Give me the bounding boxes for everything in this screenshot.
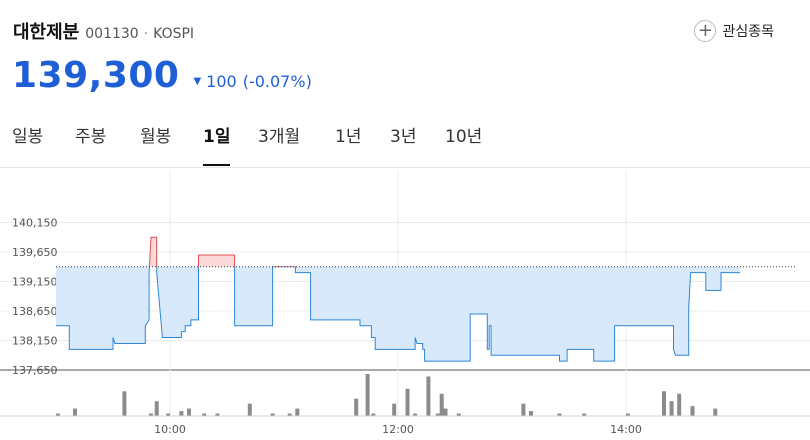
plus-icon: + bbox=[694, 20, 717, 42]
current-price: 139,300 bbox=[12, 55, 180, 96]
x-tick-label: 10:00 bbox=[154, 423, 186, 436]
tab-1-day[interactable]: 1일 bbox=[203, 122, 231, 166]
change-percent: (-0.07%) bbox=[242, 72, 312, 91]
volume-bar bbox=[529, 411, 533, 416]
tab-10-years[interactable]: 10년 bbox=[445, 122, 482, 166]
tab-daily[interactable]: 일봉 bbox=[12, 122, 43, 166]
volume-bar bbox=[354, 398, 359, 416]
tab-weekly[interactable]: 주봉 bbox=[75, 122, 106, 166]
stock-code: 001130 bbox=[85, 26, 139, 42]
watchlist-label: 관심종목 bbox=[722, 24, 774, 40]
y-tick-label: 138,150 bbox=[12, 335, 58, 348]
volume-bar bbox=[521, 403, 526, 416]
volume-bar bbox=[690, 406, 695, 416]
x-tick-label: 12:00 bbox=[382, 423, 414, 436]
y-tick-label: 139,150 bbox=[12, 276, 58, 289]
stock-name: 대한제분 bbox=[13, 22, 80, 43]
volume-bar bbox=[677, 393, 682, 416]
volume-bar bbox=[295, 408, 300, 416]
y-tick-label: 138,650 bbox=[12, 305, 58, 318]
tab-3-years[interactable]: 3년 bbox=[390, 122, 416, 166]
volume-bar bbox=[73, 408, 77, 416]
change-amount: 100 bbox=[206, 72, 237, 91]
intraday-chart[interactable]: 140,150 139,650 139,150 138,650 138,150 137,6… bbox=[0, 170, 810, 440]
period-tabs: 일봉 주봉 월봉 1일 3개월 1년 3년 10년 bbox=[0, 118, 810, 168]
volume-bar bbox=[179, 411, 184, 416]
tab-3-months[interactable]: 3개월 bbox=[258, 122, 300, 166]
tab-monthly[interactable]: 월봉 bbox=[140, 122, 171, 166]
add-watchlist-button[interactable]: + 관심종목 bbox=[694, 20, 774, 42]
volume-bar bbox=[405, 388, 410, 416]
volume-bar bbox=[392, 403, 397, 416]
volume-bar bbox=[122, 391, 127, 416]
volume-bar bbox=[443, 408, 448, 416]
volume-bar bbox=[439, 393, 444, 416]
y-tick-label: 137,650 bbox=[12, 364, 58, 377]
volume-bar bbox=[187, 408, 191, 416]
volume-bar bbox=[669, 401, 674, 416]
volume-bar bbox=[154, 401, 159, 416]
y-tick-label: 140,150 bbox=[12, 217, 58, 230]
tab-1-year[interactable]: 1년 bbox=[335, 122, 361, 166]
y-tick-label: 139,650 bbox=[12, 246, 58, 259]
price-row: 139,300 ▼ 100 (-0.07%) bbox=[12, 55, 312, 96]
volume-bar bbox=[426, 376, 431, 416]
volume-bar bbox=[365, 374, 370, 416]
separator-dot: · bbox=[143, 26, 149, 42]
volume-bar bbox=[713, 408, 718, 416]
market-name: KOSPI bbox=[153, 26, 195, 42]
x-tick-label: 14:00 bbox=[610, 423, 642, 436]
volume-bar bbox=[662, 391, 666, 416]
stock-header: 대한제분 001130 · KOSPI bbox=[13, 18, 194, 48]
price-change: ▼ 100 (-0.07%) bbox=[193, 72, 311, 91]
volume-bar bbox=[247, 403, 252, 416]
triangle-down-icon: ▼ bbox=[193, 76, 202, 87]
